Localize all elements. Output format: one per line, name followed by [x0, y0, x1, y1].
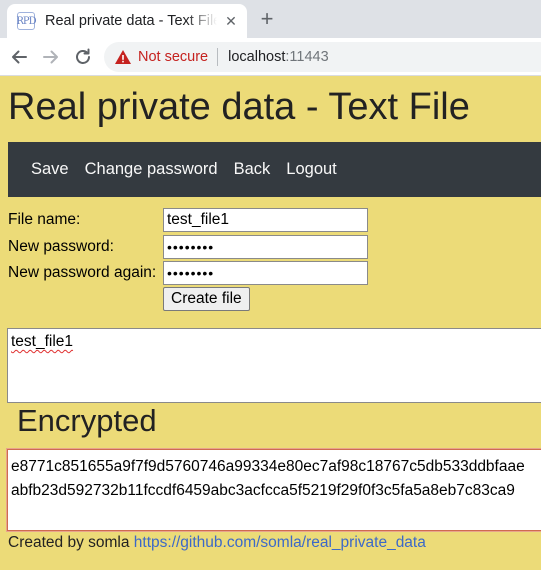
favicon-icon: RPD [16, 12, 37, 30]
address-divider [217, 48, 219, 66]
url-host: localhost [228, 49, 286, 65]
new-password-again-row: New password again: [8, 261, 541, 285]
new-tab-button[interactable]: + [257, 8, 277, 30]
change-password-link[interactable]: Change password [85, 160, 218, 179]
new-password-label: New password: [8, 238, 114, 255]
create-file-button[interactable]: Create file [163, 287, 250, 311]
back-arrow-icon[interactable] [8, 46, 30, 68]
encrypted-line: abfb23d592732b11fccdf6459abc3acfcca5f521… [11, 482, 515, 499]
new-password-again-input[interactable] [163, 261, 368, 285]
not-secure-label[interactable]: Not secure [138, 49, 208, 65]
page-title: Real private data - Text File [8, 86, 470, 128]
file-name-label: File name: [8, 211, 81, 228]
new-password-row: New password: [8, 235, 541, 259]
tab-close-icon[interactable]: ✕ [223, 13, 239, 29]
reload-icon[interactable] [72, 46, 94, 68]
encrypted-textarea[interactable]: e8771c851655a9f7f9d5760746a99334e80ec7af… [7, 449, 541, 531]
back-link[interactable]: Back [234, 160, 271, 179]
file-name-row: File name: [8, 208, 541, 232]
footer: Created by somla https://github.com/soml… [8, 534, 426, 552]
logout-link[interactable]: Logout [286, 160, 336, 179]
navbar: Save Change password Back Logout [8, 142, 541, 197]
new-password-again-label: New password again: [8, 264, 157, 281]
footer-text: Created by somla [8, 534, 134, 551]
github-link[interactable]: https://github.com/somla/real_private_da… [134, 534, 426, 551]
tab-title: Real private data - Text File [45, 13, 217, 29]
browser-toolbar: Not secure localhost:11443 [0, 38, 541, 76]
plaintext-content: test_file1 [11, 333, 74, 350]
encrypted-line: e8771c851655a9f7f9d5760746a99334e80ec7af… [11, 458, 525, 475]
save-link[interactable]: Save [31, 160, 69, 179]
forward-arrow-icon[interactable] [40, 46, 62, 68]
tab-strip: RPD Real private data - Text File ✕ + [0, 0, 541, 38]
file-name-input[interactable] [163, 208, 368, 232]
browser-tab[interactable]: RPD Real private data - Text File ✕ [7, 4, 247, 38]
address-bar[interactable]: Not secure localhost:11443 [104, 42, 541, 72]
warning-icon[interactable] [114, 48, 132, 66]
url-port: :11443 [285, 49, 329, 65]
encrypted-heading: Encrypted [17, 403, 157, 438]
plaintext-textarea[interactable]: test_file1 [7, 328, 541, 403]
new-password-input[interactable] [163, 235, 368, 259]
page-content: Real private data - Text File Save Chang… [0, 77, 541, 570]
